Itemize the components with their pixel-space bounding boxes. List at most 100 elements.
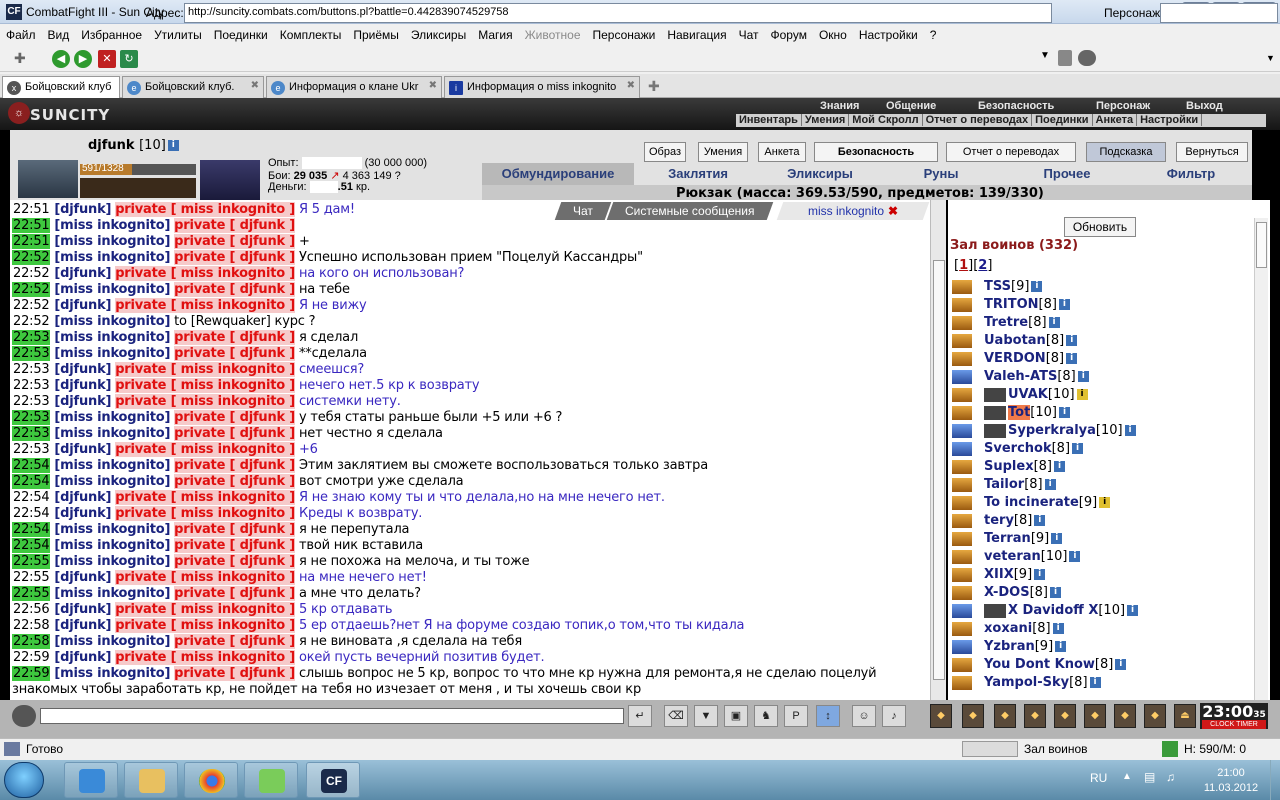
back-icon[interactable]: ◀	[52, 50, 70, 68]
scroll-thumb[interactable]	[1256, 222, 1267, 268]
chat-sender[interactable]: [miss inkognito]	[54, 234, 170, 249]
chat-recipient[interactable]: [ miss inkognito ]	[171, 602, 296, 617]
tab-close-icon[interactable]: ✖	[429, 80, 437, 91]
player-name[interactable]: Tailor	[984, 477, 1024, 492]
equipment-slots-right[interactable]	[200, 160, 260, 200]
refresh-icon[interactable]: ↻	[120, 50, 138, 68]
chat-tab-private[interactable]: miss inkognito ✖	[776, 202, 930, 220]
tab-player-info[interactable]: i Информация о miss inkognito ✖	[444, 76, 640, 98]
scroll-thumb[interactable]	[933, 260, 945, 680]
player-name[interactable]: Sverchok	[984, 441, 1052, 456]
info-icon[interactable]: i	[1127, 605, 1139, 616]
tab-other[interactable]: Прочее	[1022, 163, 1112, 185]
nav-my-scroll[interactable]: Мой Скролл	[849, 114, 923, 126]
tab-close-icon[interactable]: ✖	[251, 80, 259, 91]
tab-runes[interactable]: Руны	[906, 163, 976, 185]
chat-sender[interactable]: [djfunk]	[54, 442, 111, 457]
private-message-icon[interactable]	[952, 531, 972, 546]
chat-recipient[interactable]: [ djfunk ]	[230, 250, 296, 265]
menu-help[interactable]: ?	[924, 24, 943, 43]
chat-recipient[interactable]: [ miss inkognito ]	[171, 362, 296, 377]
chat-recipient[interactable]: [ miss inkognito ]	[171, 650, 296, 665]
info-icon[interactable]: i	[1089, 677, 1101, 688]
nav-skills[interactable]: Умения	[802, 114, 850, 126]
smile-menu-icon[interactable]	[12, 705, 36, 727]
chat-recipient[interactable]: [ djfunk ]	[230, 538, 296, 553]
bag-icon[interactable]: ◆	[930, 704, 952, 728]
image-button[interactable]: Образ	[644, 142, 686, 162]
chat-sender[interactable]: [miss inkognito]	[54, 522, 170, 537]
menu-file[interactable]: Файл	[0, 24, 42, 43]
new-tab-icon[interactable]: ✚	[648, 78, 660, 95]
page-link-1[interactable]: 1	[959, 258, 968, 273]
tab-fight-club-2[interactable]: e Бойцовский клуб. ✖	[122, 76, 264, 98]
chat-recipient[interactable]: [ miss inkognito ]	[171, 298, 296, 313]
chat-tab-chat[interactable]: Чат	[554, 202, 612, 220]
chat-sender[interactable]: [djfunk]	[54, 298, 111, 313]
smiley-icon[interactable]: ☺	[852, 705, 876, 727]
chat-sender[interactable]: [miss inkognito]	[54, 586, 170, 601]
clan-icon[interactable]	[984, 423, 1006, 438]
warrior-icon[interactable]: ◆	[1084, 704, 1106, 728]
player-name[interactable]: Uabotan	[984, 333, 1046, 348]
info-icon[interactable]: i	[1077, 371, 1089, 382]
chat-tab-system[interactable]: Системные сообщения	[606, 202, 774, 220]
player-name[interactable]: Suplex	[984, 459, 1034, 474]
private-message-icon[interactable]	[952, 603, 972, 618]
menu-utilities[interactable]: Утилиты	[148, 24, 208, 43]
info-icon[interactable]: i	[1072, 443, 1084, 454]
persona-select[interactable]	[1160, 3, 1278, 23]
private-message-icon[interactable]	[952, 621, 972, 636]
menu-characters[interactable]: Персонажи	[587, 24, 662, 43]
chat-recipient[interactable]: [ miss inkognito ]	[171, 266, 296, 281]
paw-icon[interactable]: ◆	[1144, 704, 1166, 728]
info-icon[interactable]: i	[1034, 515, 1046, 526]
player-name[interactable]: Yampol-Sky	[984, 675, 1069, 690]
info-icon[interactable]: i	[167, 140, 179, 151]
chat-scrollbar[interactable]	[930, 200, 946, 700]
player-name[interactable]: Syperkralya	[1008, 423, 1096, 438]
player-name[interactable]: tery	[984, 513, 1014, 528]
return-button[interactable]: Вернуться	[1176, 142, 1248, 162]
chat-recipient[interactable]: [ djfunk ]	[230, 282, 296, 297]
tab-spells[interactable]: Заклятия	[648, 163, 748, 185]
nav-profile[interactable]: Анкета	[1093, 114, 1138, 126]
nav-transfer-report[interactable]: Отчет о переводах	[923, 114, 1033, 126]
private-message-icon[interactable]	[952, 459, 972, 474]
menu-sets[interactable]: Комплекты	[274, 24, 348, 43]
roster-scrollbar[interactable]	[1254, 218, 1268, 700]
info-icon[interactable]: i	[1031, 281, 1043, 292]
chat-sender[interactable]: [djfunk]	[54, 362, 111, 377]
player-name[interactable]: TSS	[984, 279, 1011, 294]
chat-recipient[interactable]: [ djfunk ]	[230, 666, 296, 681]
tab-close-icon[interactable]: ✖	[627, 80, 635, 91]
chat-recipient[interactable]: [ miss inkognito ]	[171, 618, 296, 633]
private-message-icon[interactable]	[952, 513, 972, 528]
start-button[interactable]	[4, 762, 44, 798]
private-message-icon[interactable]	[952, 297, 972, 312]
private-message-icon[interactable]	[952, 333, 972, 348]
show-desktop-button[interactable]	[1270, 760, 1280, 800]
tray-clock[interactable]: 21:00 11.03.2012	[1198, 766, 1264, 796]
clan-icon[interactable]	[984, 405, 1006, 420]
player-name[interactable]: UVAK	[1008, 387, 1048, 402]
chat-recipient[interactable]: [ djfunk ]	[230, 218, 296, 233]
eraser-icon[interactable]: ⌫	[664, 705, 688, 727]
taskbar-chrome[interactable]	[184, 762, 238, 798]
info-icon[interactable]: i	[1115, 659, 1127, 670]
chat-sender[interactable]: [miss inkognito]	[54, 426, 170, 441]
info-icon[interactable]: i	[1076, 389, 1088, 400]
save-icon[interactable]: ▣	[724, 705, 748, 727]
pouch-icon[interactable]: ◆	[962, 704, 984, 728]
address-input[interactable]: http://suncity.combats.com/buttons.pl?ba…	[184, 3, 1052, 23]
chat-recipient[interactable]: [ miss inkognito ]	[171, 570, 296, 585]
info-icon[interactable]: i	[1051, 533, 1063, 544]
filter-icon[interactable]: ▼	[694, 705, 718, 727]
info-icon[interactable]: i	[1044, 479, 1056, 490]
info-icon[interactable]: i	[1066, 335, 1078, 346]
player-name[interactable]: Yzbran	[984, 639, 1035, 654]
profile-button[interactable]: Анкета	[758, 142, 806, 162]
chat-sender[interactable]: [djfunk]	[54, 394, 111, 409]
info-icon[interactable]: i	[1054, 461, 1066, 472]
info-icon[interactable]: i	[1048, 317, 1060, 328]
